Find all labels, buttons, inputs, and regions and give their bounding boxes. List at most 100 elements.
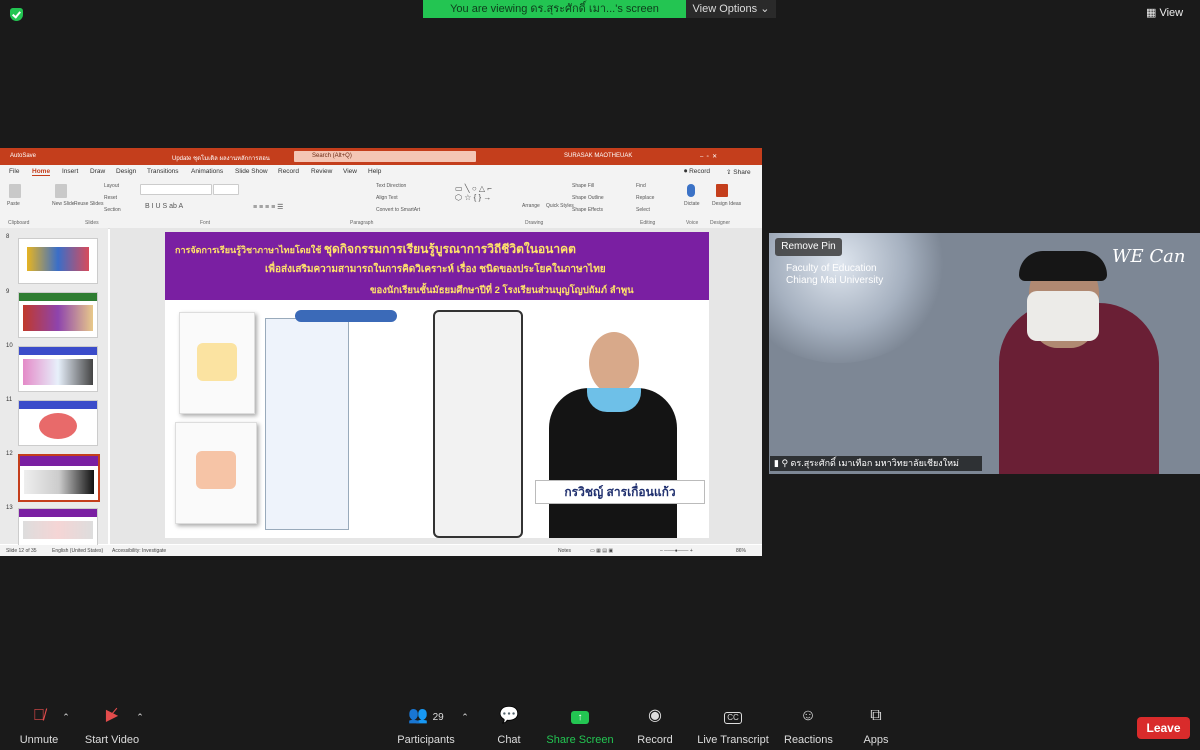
record-button-label: Record: [689, 168, 711, 175]
live-transcript-button[interactable]: CC Live Transcript: [695, 706, 771, 746]
tab-file[interactable]: File: [9, 168, 19, 175]
audio-options-chevron-icon[interactable]: ⌃: [60, 712, 72, 723]
reuse-slides-label[interactable]: Reuse Slides: [74, 201, 103, 207]
section-label[interactable]: Section: [104, 207, 121, 213]
slide-title-line1-b: ชุดกิจกรรมการเรียนรู้บูรณาการวิถีชีวิตใน…: [323, 242, 576, 256]
record-label: Record: [637, 734, 673, 746]
slide-thumbnail[interactable]: [18, 238, 98, 284]
group-font: Font: [200, 220, 211, 226]
participants-label: Participants: [397, 734, 455, 746]
font-name-box[interactable]: [140, 184, 212, 195]
paragraph-align-buttons[interactable]: ≡ ≡ ≡ ≡ ☰: [253, 203, 283, 211]
faculty-line2: Chiang Mai University: [786, 275, 884, 286]
find-label[interactable]: Find: [636, 183, 646, 189]
replace-label[interactable]: Replace: [636, 195, 654, 201]
group-voice: Voice: [686, 220, 699, 226]
thumb-number: 8: [6, 234, 10, 240]
font-size-box[interactable]: [213, 184, 239, 195]
view-options-button[interactable]: View Options ⌄: [686, 0, 776, 18]
tab-record[interactable]: Record: [278, 168, 299, 175]
signal-pin-icon: ▮ ⚲: [774, 458, 791, 468]
tab-slide-show[interactable]: Slide Show: [235, 168, 268, 175]
notes-button[interactable]: Notes: [558, 548, 571, 554]
leave-button[interactable]: Leave: [1137, 717, 1190, 739]
tab-insert[interactable]: Insert: [62, 168, 78, 175]
tab-draw[interactable]: Draw: [90, 168, 105, 175]
font-format-buttons[interactable]: B I U S ab A: [145, 203, 183, 210]
tab-home[interactable]: Home: [32, 168, 51, 176]
autosave-label[interactable]: AutoSave: [10, 153, 36, 159]
slide-thumbnail-selected[interactable]: [18, 454, 100, 502]
security-shield-icon[interactable]: [10, 8, 23, 21]
tab-view[interactable]: View: [343, 168, 357, 175]
text-direction-label[interactable]: Text Direction: [376, 183, 406, 189]
convert-smartart-label[interactable]: Convert to SmartArt: [376, 207, 420, 213]
group-clipboard: Clipboard: [8, 220, 30, 226]
zoom-slider[interactable]: – ───●─── +: [660, 548, 693, 554]
ppt-search-box[interactable]: Search (Alt+Q): [294, 151, 476, 162]
activity-booklet-image: [179, 312, 255, 414]
share-screen-label: Share Screen: [546, 734, 614, 746]
participants-count: 29: [432, 712, 444, 723]
quick-styles-label[interactable]: Quick Styles: [546, 203, 574, 209]
window-controls[interactable]: – ▫ ✕: [700, 153, 717, 160]
shape-fill-label[interactable]: Shape Fill: [572, 183, 594, 189]
align-text-label[interactable]: Align Text: [376, 195, 398, 201]
apps-label: Apps: [863, 734, 889, 746]
accessibility-status[interactable]: Accessibility: Investigate: [112, 548, 166, 554]
thumb-number: 10: [6, 343, 13, 349]
select-label[interactable]: Select: [636, 207, 650, 213]
reset-label[interactable]: Reset: [104, 195, 117, 201]
tab-help[interactable]: Help: [368, 168, 381, 175]
reactions-label: Reactions: [784, 734, 833, 746]
shape-outline-label[interactable]: Shape Outline: [572, 195, 604, 201]
view-button-label: View: [1159, 7, 1184, 19]
tab-animations[interactable]: Animations: [191, 168, 223, 175]
live-transcript-label: Live Transcript: [697, 734, 769, 746]
apps-button[interactable]: ⧉ Apps: [860, 706, 892, 746]
cc-icon: CC: [695, 706, 771, 726]
paste-icon[interactable]: [9, 184, 21, 198]
shapes-gallery[interactable]: ▭ ╲ ○ △ ⌐ ⬡ ☆ { } →: [455, 184, 492, 202]
slide-thumbnail[interactable]: [18, 400, 98, 446]
designer-icon[interactable]: [716, 184, 728, 197]
slide-thumbnail[interactable]: [18, 292, 98, 338]
shape-effects-label[interactable]: Shape Effects: [572, 207, 603, 213]
new-slide-icon[interactable]: [55, 184, 67, 198]
current-slide[interactable]: การจัดการเรียนรู้วิชาภาษาไทยโดยใช้ ชุดกิ…: [165, 232, 709, 538]
view-button[interactable]: ▦ View: [1146, 6, 1183, 19]
reactions-button[interactable]: ☺ Reactions: [784, 706, 833, 746]
meeting-toolbar: 🎙̸ Unmute ⌃ ▶̸ Start Video ⌃ 👥 29 Partic…: [0, 706, 1200, 750]
tab-design[interactable]: Design: [116, 168, 136, 175]
chat-button[interactable]: 💬 Chat: [492, 706, 526, 746]
record-button-zoom[interactable]: ◉ Record: [634, 706, 676, 746]
start-video-button[interactable]: ▶̸ Start Video: [84, 706, 140, 746]
graduate-photo: [527, 322, 699, 538]
arrange-label[interactable]: Arrange: [522, 203, 540, 209]
faculty-line1: Faculty of Education: [786, 263, 877, 274]
share-screen-icon: ↑: [546, 706, 614, 726]
tab-transitions[interactable]: Transitions: [147, 168, 179, 175]
share-button[interactable]: ⇪ Share: [726, 168, 751, 176]
video-options-chevron-icon[interactable]: ⌃: [134, 712, 146, 723]
layout-label[interactable]: Layout: [104, 183, 119, 189]
thumb-number: 13: [6, 505, 13, 511]
group-paragraph: Paragraph: [350, 220, 374, 226]
unmute-button[interactable]: 🎙̸ Unmute: [18, 706, 60, 746]
record-button[interactable]: ⏺ Record: [684, 168, 710, 176]
new-slide-label: New Slide: [52, 201, 75, 207]
view-mode-icons[interactable]: ▭ ▦ ▤ ▣: [590, 548, 613, 554]
share-screen-button[interactable]: ↑ Share Screen: [546, 706, 614, 746]
microphone-icon[interactable]: [687, 184, 695, 197]
participant-name-tag: ▮ ⚲ ดร.สุระศักดิ์ เมาเทือก มหาวิทยาลัยเช…: [770, 456, 982, 471]
slide-thumbnail[interactable]: [18, 346, 98, 392]
tab-review[interactable]: Review: [311, 168, 332, 175]
viewing-banner: You are viewing ดร.สุระศักดิ์ เมา...'s s…: [423, 0, 686, 18]
ppt-doc-title: Update ชุดโมเดิล ผลงานหลักการสอน: [172, 156, 270, 162]
language-status[interactable]: English (United States): [52, 548, 103, 554]
participants-button[interactable]: 👥 29 Participants: [396, 706, 456, 746]
zoom-level[interactable]: 86%: [736, 548, 746, 554]
design-ideas-label: Design Ideas: [712, 201, 742, 207]
remove-pin-button[interactable]: Remove Pin: [775, 238, 842, 256]
participants-chevron-icon[interactable]: ⌃: [459, 712, 471, 723]
